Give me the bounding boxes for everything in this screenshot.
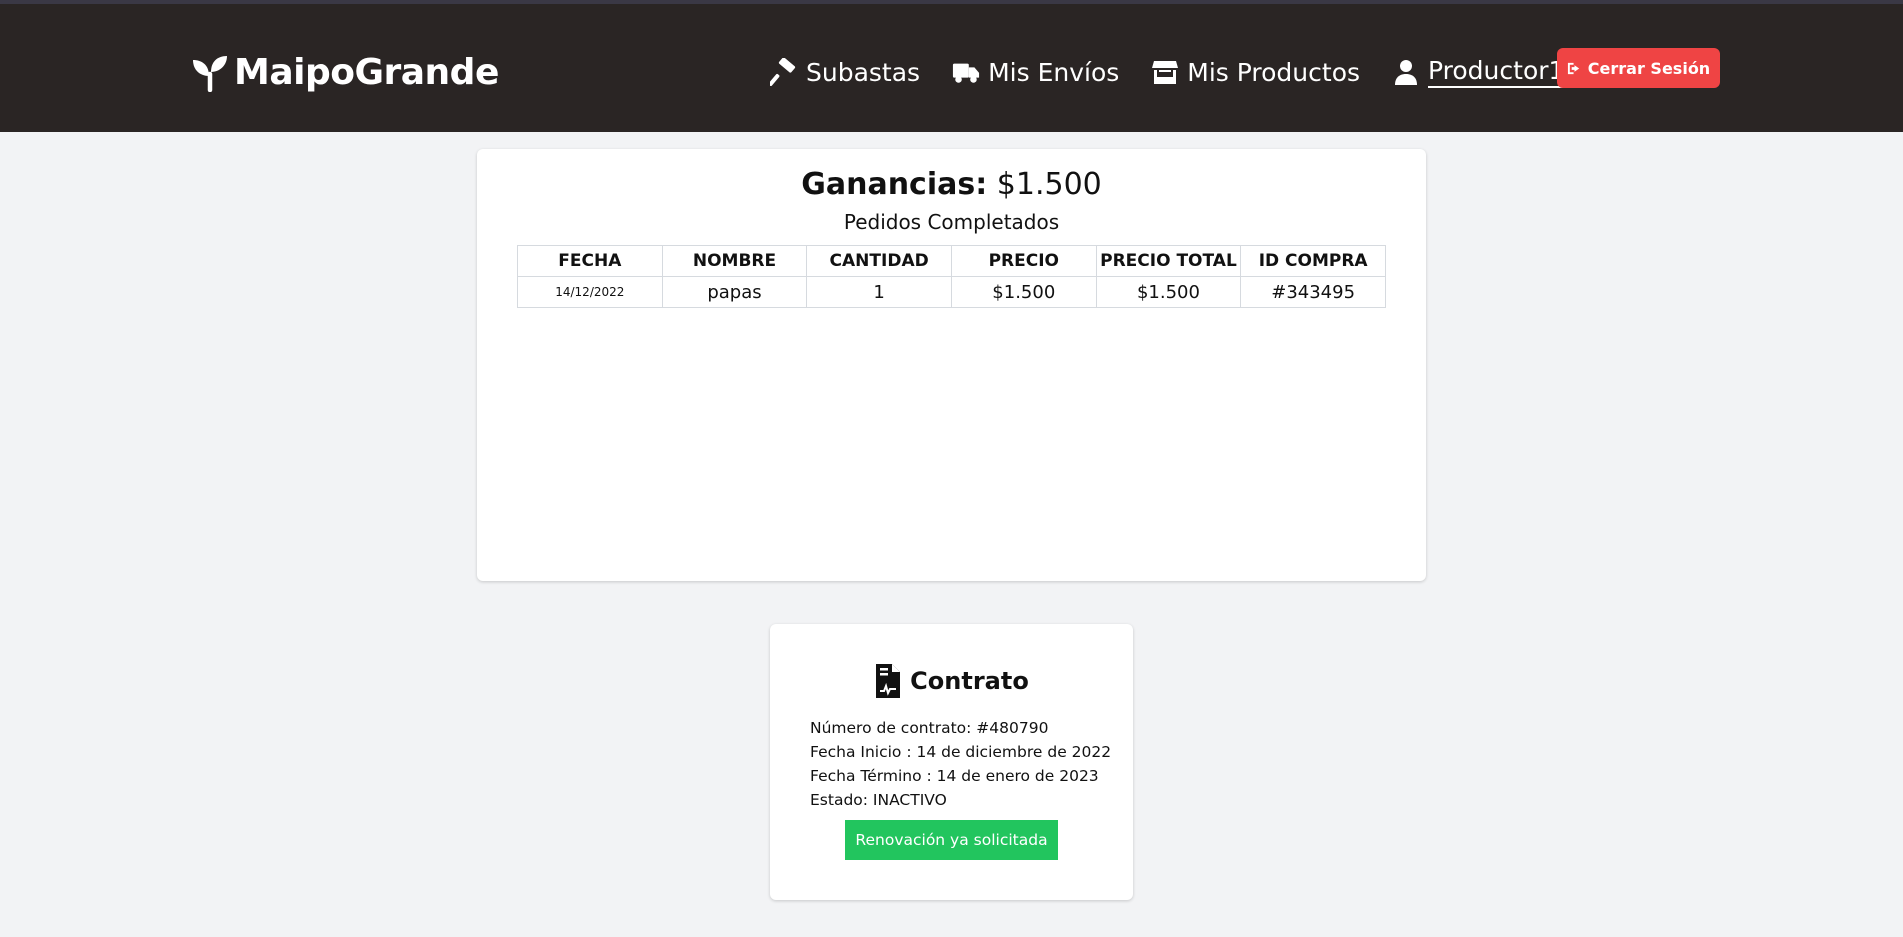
column-header-nombre: NOMBRE xyxy=(661,245,808,277)
contract-end-date: Fecha Término : 14 de enero de 2023 xyxy=(810,767,1099,785)
earnings-value: $1.500 xyxy=(996,167,1102,202)
cell-precio: $1.500 xyxy=(950,276,1097,308)
gavel-icon xyxy=(770,58,798,86)
cell-nombre: papas xyxy=(661,276,808,308)
cell-cantidad: 1 xyxy=(806,276,952,308)
logout-button[interactable]: Cerrar Sesión xyxy=(1557,48,1720,88)
cell-fecha: 14/12/2022 xyxy=(517,276,663,308)
nav-item-label: Mis Productos xyxy=(1187,57,1361,87)
table-header-row: FECHA NOMBRE CANTIDAD PRECIO PRECIO TOTA… xyxy=(517,245,1386,277)
store-icon xyxy=(1151,58,1179,86)
earnings-heading: Ganancias: $1.500 xyxy=(477,167,1426,202)
nav-item-mis-envios[interactable]: Mis Envíos xyxy=(952,58,1119,87)
cell-id-compra: #343495 xyxy=(1240,276,1386,308)
column-header-id-compra: ID COMPRA xyxy=(1240,245,1386,277)
orders-subtitle: Pedidos Completados xyxy=(843,210,1060,234)
earnings-card: Ganancias: $1.500 Pedidos Completados FE… xyxy=(477,149,1426,581)
navbar: MaipoGrande Subastas Mis Envíos Mis Prod… xyxy=(0,4,1903,132)
earnings-label: Ganancias: xyxy=(801,167,988,202)
user-name: Productor1 xyxy=(1428,56,1565,88)
contract-heading: Contrato xyxy=(770,662,1133,700)
brand-name: MaipoGrande xyxy=(234,51,499,93)
nav-item-label: Mis Envíos xyxy=(988,57,1120,87)
table-row: 14/12/2022 papas 1 $1.500 $1.500 #343495 xyxy=(517,276,1386,308)
column-header-precio: PRECIO xyxy=(950,245,1097,277)
renewal-requested-button[interactable]: Renovación ya solicitada xyxy=(845,820,1058,860)
truck-icon xyxy=(952,58,980,86)
nav-item-user-profile[interactable]: Productor1 xyxy=(1392,56,1565,88)
column-header-fecha: FECHA xyxy=(517,245,663,277)
contract-status: Estado: INACTIVO xyxy=(810,791,947,809)
contract-start-date: Fecha Inicio : 14 de diciembre de 2022 xyxy=(810,743,1112,761)
column-header-cantidad: CANTIDAD xyxy=(806,245,952,277)
brand-logo[interactable]: MaipoGrande xyxy=(190,44,499,100)
orders-table: FECHA NOMBRE CANTIDAD PRECIO PRECIO TOTA… xyxy=(517,245,1386,308)
sign-out-icon xyxy=(1567,61,1582,76)
contract-info: Número de contrato: #480790 Fecha Inicio… xyxy=(810,716,1112,812)
seedling-icon xyxy=(190,52,230,92)
logout-label: Cerrar Sesión xyxy=(1587,58,1711,78)
column-header-precio-total: PRECIO TOTAL xyxy=(1095,245,1242,277)
contract-card: Contrato Número de contrato: #480790 Fec… xyxy=(770,624,1133,900)
nav-links: Subastas Mis Envíos Mis Productos Produc… xyxy=(770,48,1565,96)
contract-title: Contrato xyxy=(910,667,1029,695)
user-icon xyxy=(1392,58,1420,86)
nav-item-label: Subastas xyxy=(806,57,921,87)
file-contract-icon xyxy=(874,662,902,700)
nav-item-subastas[interactable]: Subastas xyxy=(770,58,920,87)
contract-number: Número de contrato: #480790 xyxy=(810,719,1049,737)
cell-precio-total: $1.500 xyxy=(1095,276,1242,308)
nav-item-mis-productos[interactable]: Mis Productos xyxy=(1151,58,1360,87)
